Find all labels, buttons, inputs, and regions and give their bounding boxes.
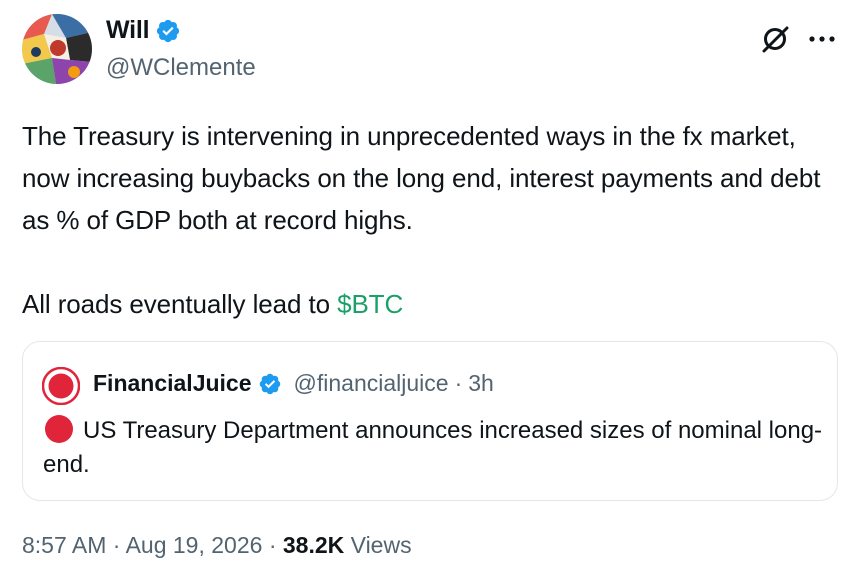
- verified-badge-icon: [155, 18, 181, 44]
- tweet-text: The Treasury is intervening in unprecede…: [22, 115, 832, 325]
- meta-separator-1: ·: [112, 532, 121, 558]
- quote-separator: ·: [454, 370, 463, 396]
- quote-timestamp[interactable]: 3h: [468, 370, 494, 397]
- tweet-paragraph-2: All roads eventually lead to $BTC: [22, 283, 832, 325]
- views-label: Views: [350, 532, 412, 558]
- tweet-card: Will @WClemente The Treasury is interven…: [0, 0, 860, 574]
- quote-author-avatar[interactable]: [41, 366, 81, 406]
- grok-icon[interactable]: [758, 22, 792, 56]
- meta-separator-2: ·: [268, 532, 277, 558]
- quote-tweet-card[interactable]: FinancialJuice @financialjuice · 3h US T…: [22, 341, 838, 501]
- author-name-row: Will: [106, 16, 181, 45]
- author-handle[interactable]: @WClemente: [106, 54, 256, 82]
- author-avatar[interactable]: [22, 14, 92, 84]
- quote-author-name[interactable]: FinancialJuice: [93, 370, 252, 397]
- tweet-meta: 8:57 AM · Aug 19, 2026 · 38.2K Views: [22, 532, 412, 559]
- tweet-date[interactable]: Aug 19, 2026: [126, 532, 263, 558]
- author-display-name[interactable]: Will: [106, 16, 150, 45]
- quote-author-handle[interactable]: @financialjuice: [294, 370, 449, 397]
- quote-text: US Treasury Department announces increas…: [43, 414, 823, 482]
- avatar-image: [22, 14, 92, 84]
- quote-text-content: US Treasury Department announces increas…: [43, 417, 823, 478]
- tweet-paragraph-2-text: All roads eventually lead to: [22, 289, 338, 319]
- more-options-icon[interactable]: [806, 24, 838, 54]
- views-count: 38.2K: [282, 532, 345, 558]
- quote-verified-badge-icon: [258, 372, 282, 396]
- tweet-time[interactable]: 8:57 AM: [22, 532, 106, 558]
- tweet-paragraph-1: The Treasury is intervening in unprecede…: [22, 121, 821, 235]
- quote-header: FinancialJuice @financialjuice · 3h: [93, 370, 494, 397]
- red-circle-icon: [45, 415, 73, 443]
- cashtag-link[interactable]: $BTC: [337, 289, 403, 319]
